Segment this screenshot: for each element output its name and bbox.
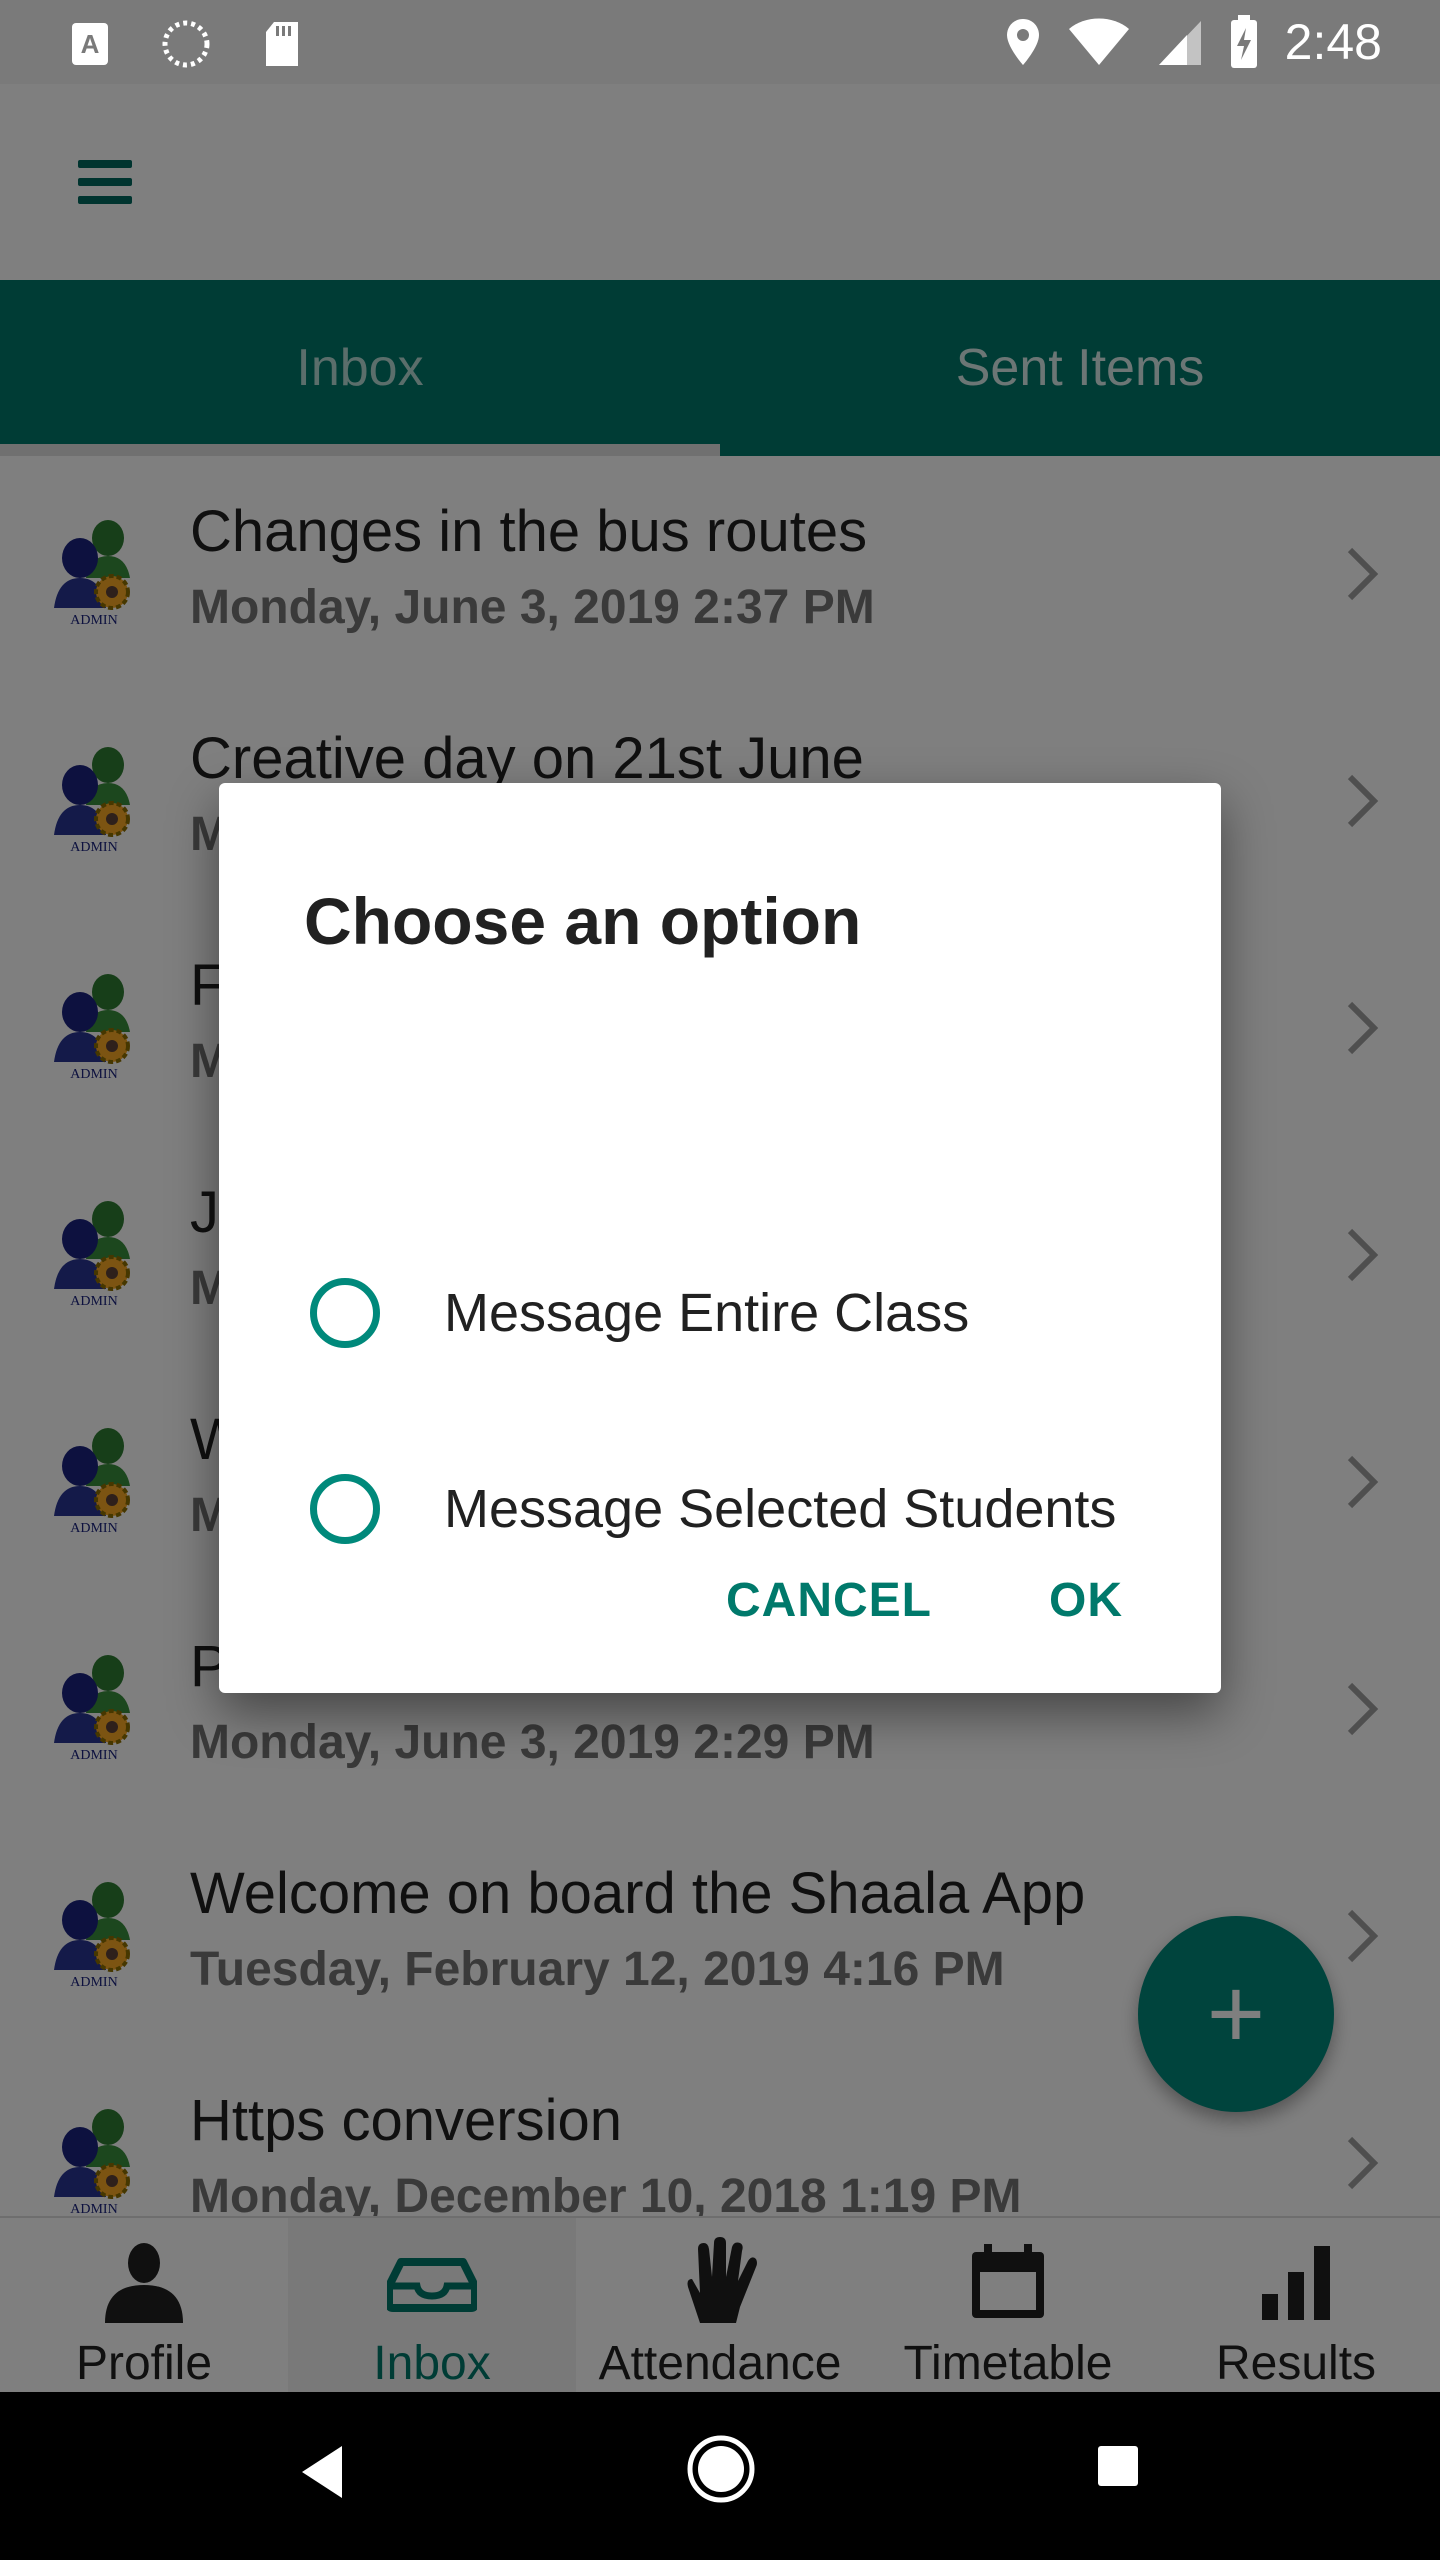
sd-card-icon	[266, 22, 298, 66]
system-navigation-bar	[0, 2392, 1440, 2560]
location-icon	[1006, 19, 1039, 65]
choose-option-dialog: Choose an option Message Entire Class Me…	[219, 783, 1221, 1693]
text-a-icon: A	[72, 23, 108, 65]
cancel-button[interactable]: CANCEL	[726, 1573, 932, 1628]
recents-icon[interactable]	[1096, 2444, 1140, 2488]
dialog-title: Choose an option	[304, 884, 862, 958]
back-icon[interactable]	[296, 2442, 346, 2502]
home-icon[interactable]	[686, 2434, 756, 2504]
sync-icon	[162, 20, 210, 68]
signal-icon	[1158, 21, 1201, 65]
status-bar: A 2:48	[0, 0, 1440, 84]
option-label: Message Selected Students	[444, 1479, 1117, 1539]
svg-text:A: A	[81, 29, 100, 59]
battery-charging-icon	[1230, 15, 1257, 68]
option-message-entire-class[interactable]: Message Entire Class	[304, 1253, 1184, 1373]
clock: 2:48	[1284, 14, 1382, 70]
radio-unchecked-icon[interactable]	[310, 1474, 380, 1544]
wifi-icon	[1068, 18, 1129, 65]
ok-button[interactable]: OK	[1049, 1573, 1123, 1628]
option-label: Message Entire Class	[444, 1283, 970, 1343]
radio-unchecked-icon[interactable]	[310, 1278, 380, 1348]
option-message-selected-students[interactable]: Message Selected Students	[304, 1449, 1184, 1569]
